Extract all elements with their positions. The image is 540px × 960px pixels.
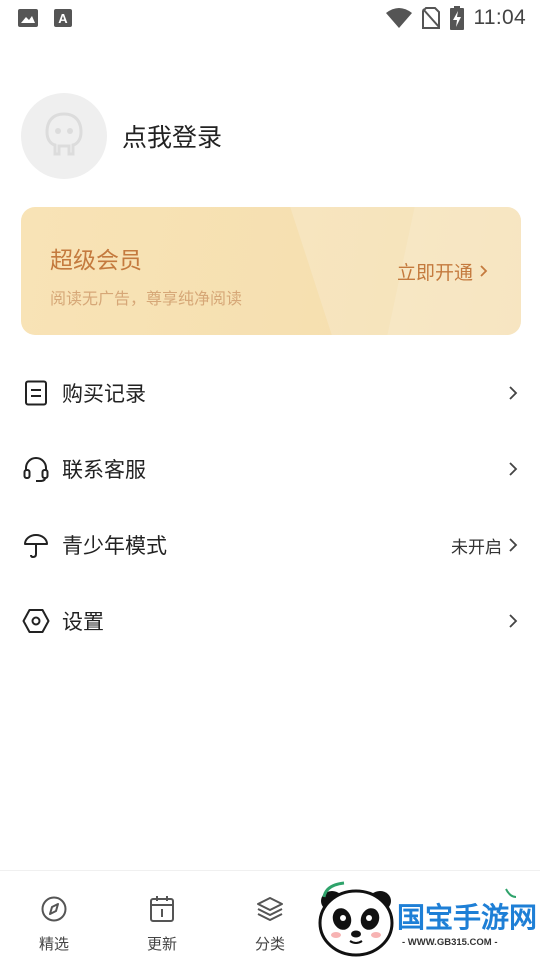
calendar-icon [149, 895, 175, 927]
chevron-right-icon [508, 385, 518, 401]
menu-list: 购买记录 联系客服 青少年模式 未开启 设置 [0, 355, 540, 659]
compass-icon [40, 895, 68, 927]
status-time: 11:04 [473, 6, 526, 29]
menu-item-purchase-records[interactable]: 购买记录 [0, 355, 540, 431]
battery-charging-icon [449, 6, 464, 30]
watermark-banner: 国宝手游网 - WWW.GB315.COM - [296, 871, 540, 960]
hexagon-settings-icon [22, 607, 50, 635]
vip-title: 超级会员 [50, 248, 142, 274]
avatar[interactable] [21, 93, 107, 179]
status-bar: A 11:04 [0, 0, 540, 36]
no-sim-icon [421, 7, 440, 29]
vip-action-label: 立即开通 [396, 262, 473, 284]
login-link[interactable]: 点我登录 [122, 118, 222, 154]
menu-item-teen-mode[interactable]: 青少年模式 未开启 [0, 507, 540, 583]
image-icon [18, 9, 38, 27]
profile-header[interactable]: 点我登录 [21, 93, 222, 179]
chevron-right-icon [508, 461, 518, 477]
tab-label: 分类 [254, 935, 285, 953]
menu-label: 设置 [62, 610, 104, 634]
headset-icon [22, 455, 50, 483]
menu-label: 青少年模式 [62, 534, 167, 558]
menu-item-settings[interactable]: 设置 [0, 583, 540, 659]
tab-label: 精选 [38, 935, 69, 953]
vip-card[interactable]: 超级会员 阅读无广告，尊享纯净阅读 立即开通 [21, 207, 521, 335]
umbrella-icon [22, 531, 50, 559]
chevron-right-icon [508, 537, 518, 553]
panda-logo-icon: 国宝手游网 - WWW.GB315.COM - [318, 881, 537, 957]
wifi-icon [385, 8, 412, 28]
tab-featured[interactable]: 精选 [0, 871, 108, 960]
menu-item-customer-service[interactable]: 联系客服 [0, 431, 540, 507]
document-icon [22, 379, 50, 407]
teen-mode-status: 未开启 [451, 537, 502, 558]
default-avatar-icon [42, 110, 86, 162]
tab-label: 更新 [146, 935, 177, 953]
vip-subtitle: 阅读无广告，尊享纯净阅读 [50, 289, 243, 308]
watermark-url: - WWW.GB315.COM - [402, 937, 498, 948]
chevron-right-icon [479, 261, 488, 283]
menu-label: 购买记录 [62, 382, 146, 406]
watermark-brand: 国宝手游网 [397, 901, 537, 934]
tab-updates[interactable]: 更新 [108, 871, 216, 960]
text-icon: A [54, 9, 72, 27]
menu-label: 联系客服 [62, 458, 146, 482]
svg-text:A: A [58, 11, 68, 26]
chevron-right-icon [508, 613, 518, 629]
vip-activate-button[interactable]: 立即开通 [397, 258, 488, 285]
layers-icon [256, 895, 284, 927]
